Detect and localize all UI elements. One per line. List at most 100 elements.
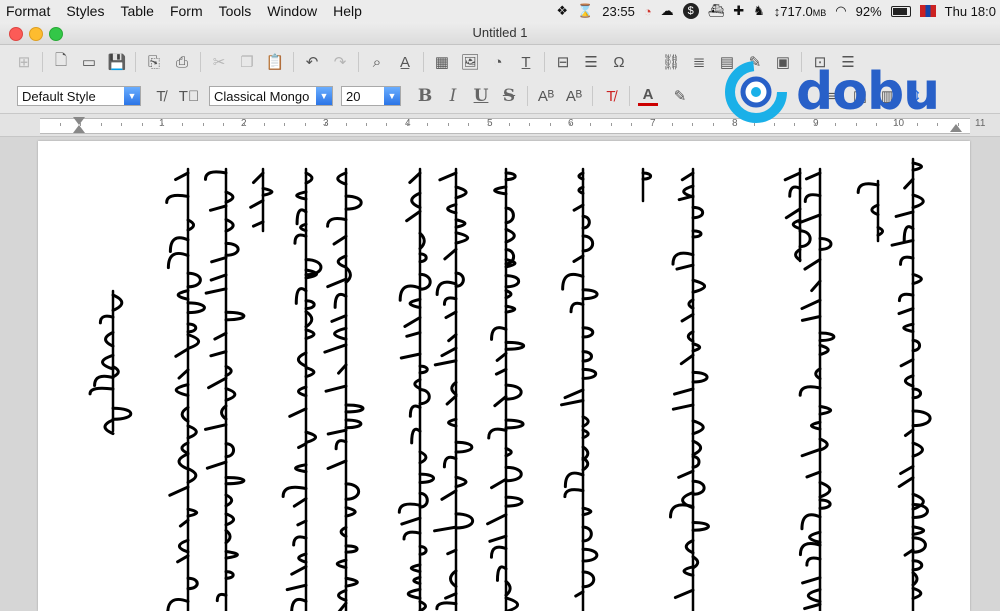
subscript-icon[interactable]: Aᴮ	[564, 86, 584, 106]
font-name-select[interactable]: Classical Mongo ▼	[209, 86, 333, 106]
menu-tools[interactable]: Tools	[213, 3, 262, 19]
toolbar-separator	[544, 52, 545, 72]
mongolian-glyph-stroke	[902, 225, 915, 243]
menu-window[interactable]: Window	[261, 3, 327, 19]
ruler-tick	[407, 123, 408, 126]
docker-icon[interactable]: ⛴	[708, 3, 725, 19]
chevron-down-icon[interactable]: ▼	[384, 87, 400, 105]
left-indent-marker[interactable]	[73, 117, 85, 125]
ruler-tick	[162, 123, 163, 126]
mongolian-glyph-stroke	[818, 331, 836, 343]
dropbox-icon[interactable]: ❖	[556, 3, 568, 19]
input-source-icon[interactable]	[919, 5, 936, 17]
mongolian-glyph-stroke	[504, 495, 524, 508]
toggle-form-icon[interactable]: ⊞	[14, 52, 34, 72]
document-page[interactable]	[38, 141, 970, 611]
font-size-select[interactable]: 20 ▼	[341, 86, 401, 106]
chevron-down-icon[interactable]: ▼	[316, 87, 332, 105]
export-pdf-icon[interactable]: ⎘	[144, 52, 164, 72]
mongolian-glyph-stroke	[673, 588, 695, 600]
toolbar-separator	[200, 52, 201, 72]
mongolian-glyph-stroke	[215, 592, 228, 603]
ruler-tick	[550, 123, 551, 126]
hyperlink-icon[interactable]: ⛓	[661, 52, 681, 72]
menu-table[interactable]: Table	[114, 3, 163, 19]
menu-help[interactable]: Help	[327, 3, 372, 19]
elephant-icon[interactable]: ♞	[753, 3, 765, 19]
mongolian-glyph-stroke	[897, 476, 915, 488]
mongolian-text-area[interactable]	[38, 141, 970, 611]
font-color-icon[interactable]: A	[638, 86, 658, 106]
mongolian-glyph-stroke	[808, 530, 822, 544]
mongolian-glyph-stroke	[691, 370, 709, 384]
insert-field-icon[interactable]: ☰	[581, 52, 601, 72]
battery-percent[interactable]: 92%	[856, 4, 882, 19]
menu-format[interactable]: Format	[0, 3, 60, 19]
insert-chart-icon[interactable]: ◔	[488, 52, 508, 72]
cut-icon[interactable]: ✂	[209, 52, 229, 72]
mongolian-glyph-stroke	[569, 301, 585, 314]
mongolian-glyph-stroke	[418, 272, 432, 291]
memory-indicator[interactable]: ↕717.0MB	[774, 4, 827, 19]
insert-table-icon[interactable]: ▦	[432, 52, 452, 72]
mongolian-glyph-stroke	[344, 506, 357, 518]
strikethrough-icon[interactable]: S	[499, 86, 519, 106]
dollar-icon[interactable]: $	[682, 3, 699, 19]
mongolian-glyph-stroke	[911, 272, 923, 286]
stopwatch-icon[interactable]: ◔	[644, 4, 652, 19]
wifi-icon[interactable]: ◠	[835, 3, 846, 19]
plus-icon[interactable]: ✚	[733, 3, 744, 19]
cloud-icon[interactable]: ☁	[661, 3, 674, 19]
clear-formatting-icon[interactable]: T̸	[601, 86, 621, 106]
spelling-icon[interactable]: A̲	[395, 52, 415, 72]
superscript-icon[interactable]: Aᴮ	[536, 86, 556, 106]
new-document-icon[interactable]: 🗋	[51, 52, 71, 72]
special-character-icon[interactable]: Ω	[609, 52, 629, 72]
menu-form[interactable]: Form	[164, 3, 213, 19]
first-line-indent-marker[interactable]	[73, 125, 85, 133]
mongolian-glyph-stroke	[504, 340, 526, 351]
mongolian-glyph-stroke	[504, 465, 523, 483]
chevron-down-icon[interactable]: ▼	[124, 87, 140, 105]
mongolian-glyph-stroke	[446, 203, 458, 215]
insert-image-icon[interactable]: 🖼	[460, 52, 480, 72]
paragraph-style-select[interactable]: Default Style ▼	[17, 86, 141, 106]
right-indent-marker[interactable]	[950, 124, 962, 132]
menu-clock[interactable]: 23:55	[602, 4, 635, 19]
new-style-icon[interactable]: T⃞	[179, 86, 199, 106]
print-icon[interactable]: ⎙	[172, 52, 192, 72]
update-style-icon[interactable]: T̸	[151, 86, 171, 106]
find-replace-icon[interactable]: ⌕	[367, 52, 387, 72]
mongolian-glyph-stroke	[488, 534, 508, 543]
mongolian-glyph-stroke	[803, 258, 822, 271]
menu-styles[interactable]: Styles	[60, 3, 114, 19]
open-folder-icon[interactable]: ▭	[79, 52, 99, 72]
mongolian-glyph-stroke	[454, 185, 468, 200]
mongolian-glyph-stroke	[677, 194, 695, 202]
insert-textbox-icon[interactable]: T̲	[516, 52, 536, 72]
mongolian-glyph-stroke	[333, 326, 348, 341]
menu-datetime[interactable]: Thu 18:0	[945, 4, 996, 19]
mongolian-glyph-stroke	[251, 171, 265, 185]
battery-icon[interactable]	[890, 5, 911, 17]
mongolian-glyph-stroke	[344, 418, 363, 430]
mongolian-glyph-stroke	[504, 383, 523, 401]
paste-icon[interactable]: 📋	[265, 52, 285, 72]
highlight-color-icon[interactable]: ✎	[670, 86, 690, 106]
copy-icon[interactable]: ❐	[237, 52, 257, 72]
mongolian-glyph-stroke	[581, 367, 598, 380]
underline-icon[interactable]: U	[471, 86, 491, 106]
mongolian-glyph-stroke	[293, 233, 308, 245]
italic-icon[interactable]: I	[443, 86, 463, 106]
page-break-icon[interactable]: ⊟	[553, 52, 573, 72]
bold-icon[interactable]: B	[415, 86, 435, 106]
ruler-tick	[346, 123, 347, 126]
undo-icon[interactable]: ↶	[302, 52, 322, 72]
ruler-tick	[284, 123, 285, 126]
mongolian-glyph-stroke	[324, 384, 348, 393]
timer-icon[interactable]: ⌛	[577, 3, 593, 19]
mongolian-glyph-stroke	[445, 394, 458, 406]
redo-icon[interactable]: ↷	[330, 52, 350, 72]
footnote-icon[interactable]: ≣	[689, 52, 709, 72]
save-icon[interactable]: 💾	[107, 52, 127, 72]
